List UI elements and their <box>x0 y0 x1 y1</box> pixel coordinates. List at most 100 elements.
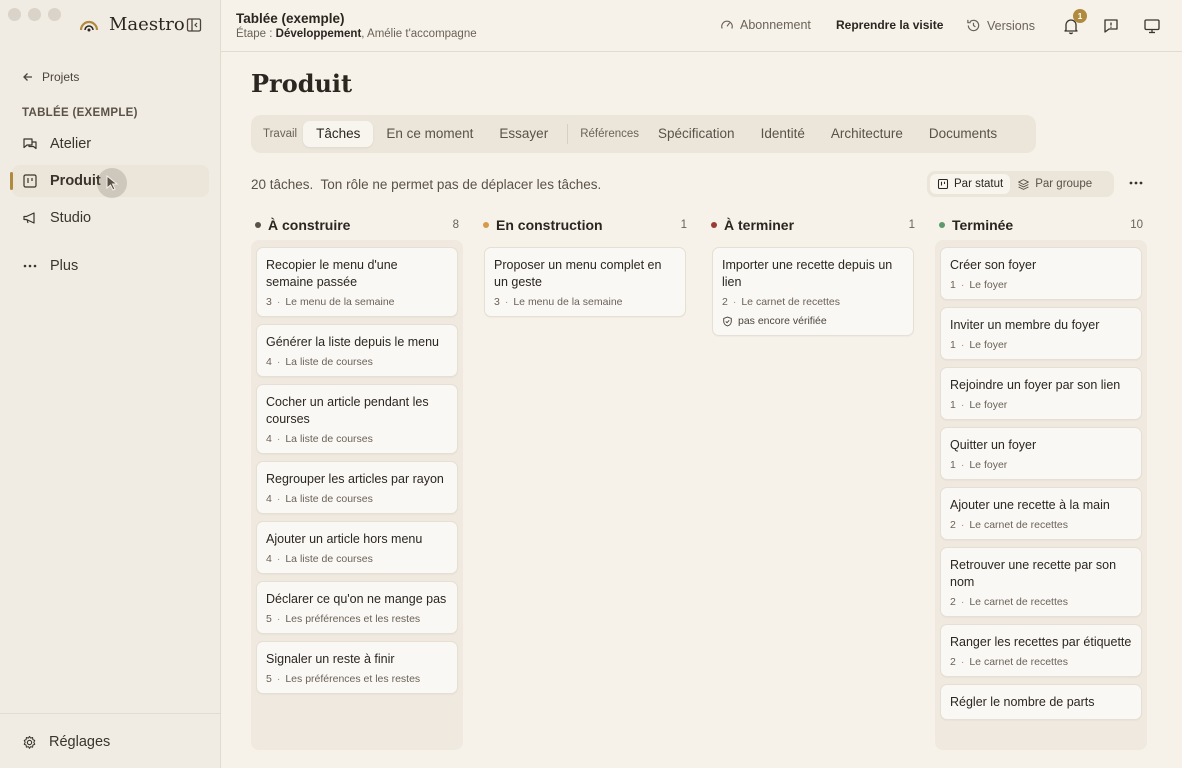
task-card[interactable]: Créer son foyer 1 · Le foyer <box>940 247 1142 300</box>
task-group: Le foyer <box>969 399 1008 411</box>
task-card[interactable]: Régler le nombre de parts <box>940 684 1142 720</box>
tabs-divider <box>567 124 569 144</box>
tab-specification[interactable]: Spécification <box>645 121 748 147</box>
tab-essayer[interactable]: Essayer <box>486 121 561 147</box>
meta-separator: · <box>276 553 281 565</box>
column-title: À construire <box>268 217 351 233</box>
project-subtitle: Étape : Développement, Amélie t'accompag… <box>236 28 477 40</box>
task-card[interactable]: Inviter un membre du foyer 1 · Le foyer <box>940 307 1142 360</box>
meta-separator: · <box>276 296 281 308</box>
sidebar-item-atelier[interactable]: Atelier <box>12 128 209 160</box>
task-group: Le foyer <box>969 459 1008 471</box>
resume-tour-button[interactable]: Reprendre la visite <box>836 18 943 32</box>
task-group: Le carnet de recettes <box>741 296 840 308</box>
column-en-construction: En construction 1 Proposer un menu compl… <box>479 212 691 317</box>
tab-identite[interactable]: Identité <box>748 121 818 147</box>
task-card[interactable]: Générer la liste depuis le menu 4 · La list… <box>256 324 458 377</box>
gear-icon <box>23 735 36 749</box>
task-card[interactable]: Signaler un reste à finir 5 · Les préférenc… <box>256 641 458 694</box>
display-icon[interactable] <box>1143 17 1161 35</box>
column-count: 8 <box>452 219 459 231</box>
sidebar-item-studio[interactable]: Studio <box>12 202 209 234</box>
verification-flag: pas encore vérifiée <box>722 315 904 327</box>
board-icon <box>23 174 37 188</box>
task-meta: 1 · Le foyer <box>950 399 1132 411</box>
task-meta: 5 · Les préférences et les restes <box>266 613 448 625</box>
task-group-number: 1 <box>950 459 956 471</box>
task-group-number: 4 <box>266 356 272 368</box>
task-title: Retrouver une recette par son nom <box>950 558 1117 589</box>
task-card[interactable]: Recopier le menu d'une semaine passée 3 · L… <box>256 247 458 317</box>
task-card[interactable]: Quitter un foyer 1 · Le foyer <box>940 427 1142 480</box>
column-a-construire: À construire 8 Recopier le menu d'une se… <box>251 212 463 750</box>
subscription-button[interactable]: Abonnement <box>720 18 811 32</box>
sidebar-toggle-icon[interactable] <box>186 17 202 33</box>
column-header: En construction 1 <box>479 212 691 238</box>
tab-references[interactable]: Références <box>574 121 645 147</box>
sidebar-item-label: Studio <box>50 210 92 226</box>
tab-taches[interactable]: Tâches <box>303 121 374 147</box>
verification-label: pas encore vérifiée <box>738 315 827 327</box>
task-card[interactable]: Proposer un menu complet en un geste 3 · Le… <box>484 247 686 317</box>
task-meta: 4 · La liste de courses <box>266 553 448 565</box>
shield-check-icon <box>723 316 732 326</box>
more-dots-icon <box>23 264 37 268</box>
view-by-status-button[interactable]: Par statut <box>930 174 1011 194</box>
task-card[interactable]: Ranger les recettes par étiquette 2 · Le ca… <box>940 624 1142 677</box>
meta-separator: · <box>276 433 281 445</box>
sidebar-item-plus[interactable]: Plus <box>12 250 209 282</box>
task-card[interactable]: Rejoindre un foyer par son lien 1 · Le foye… <box>940 367 1142 420</box>
task-group: Le carnet de recettes <box>969 519 1068 531</box>
project-section-title: TABLÉE (EXEMPLE) <box>22 107 138 119</box>
status-dot <box>939 222 945 228</box>
task-title: Générer la liste depuis le menu <box>266 335 440 349</box>
notification-badge: 1 <box>1073 9 1087 23</box>
task-title: Signaler un reste à finir <box>266 652 395 666</box>
task-group: La liste de courses <box>285 433 373 445</box>
task-card[interactable]: Regrouper les articles par rayon 4 · La lis… <box>256 461 458 514</box>
tab-documents[interactable]: Documents <box>916 121 1010 147</box>
task-card[interactable]: Retrouver une recette par son nom 2 · Le ca… <box>940 547 1142 617</box>
settings-button[interactable]: Réglages <box>22 734 110 750</box>
app-name: Maestro <box>109 14 185 35</box>
back-to-projects-link[interactable]: Projets <box>22 70 79 84</box>
task-meta: 2 · Le carnet de recettes <box>950 519 1132 531</box>
task-group-number: 3 <box>494 296 500 308</box>
project-title: Tablée (exemple) <box>236 11 345 26</box>
task-group-number: 4 <box>266 433 272 445</box>
task-title: Ajouter un article hors menu <box>266 532 423 546</box>
versions-label: Versions <box>987 18 1035 33</box>
task-meta: 3 · Le menu de la semaine <box>266 296 448 308</box>
view-by-group-button[interactable]: Par groupe <box>1010 174 1099 194</box>
stage-guide: , Amélie t'accompagne <box>361 28 477 40</box>
task-card[interactable]: Cocher un article pendant les courses 4 · L… <box>256 384 458 454</box>
column-body: Recopier le menu d'une semaine passée 3 · L… <box>251 240 463 750</box>
tasks-info: 20 tâches. Ton rôle ne permet pas de dép… <box>251 177 602 192</box>
task-card[interactable]: Ajouter une recette à la main 2 · Le carnet… <box>940 487 1142 540</box>
task-card[interactable]: Ajouter un article hors menu 4 · La liste d… <box>256 521 458 574</box>
meta-separator: · <box>960 656 965 668</box>
task-group: Le menu de la semaine <box>285 296 395 308</box>
versions-button[interactable]: Versions <box>966 18 1035 33</box>
meta-separator: · <box>960 279 965 291</box>
task-group-number: 2 <box>722 296 728 308</box>
close-window-button[interactable] <box>8 8 21 21</box>
task-meta: 4 · La liste de courses <box>266 433 448 445</box>
column-title: À terminer <box>724 217 795 233</box>
feedback-icon[interactable] <box>1102 17 1120 35</box>
more-options-icon[interactable] <box>1127 176 1145 190</box>
zoom-window-button[interactable] <box>48 8 61 21</box>
task-card[interactable]: Importer une recette depuis un lien 2 · Le … <box>712 247 914 336</box>
task-card[interactable]: Déclarer ce qu'on ne mange pas 5 · Les préf… <box>256 581 458 634</box>
task-group-number: 1 <box>950 399 956 411</box>
task-title: Ajouter une recette à la main <box>950 498 1110 512</box>
view-by-group-label: Par groupe <box>1035 178 1093 190</box>
resume-tour-label: Reprendre la visite <box>836 18 944 32</box>
tab-en-ce-moment[interactable]: En ce moment <box>373 121 486 147</box>
tab-architecture[interactable]: Architecture <box>818 121 916 147</box>
task-group-number: 2 <box>950 596 956 608</box>
minimize-window-button[interactable] <box>28 8 41 21</box>
task-meta: 2 · Le carnet de recettes <box>722 296 904 308</box>
column-count: 1 <box>908 219 915 231</box>
tab-travail[interactable]: Travail <box>257 121 303 147</box>
